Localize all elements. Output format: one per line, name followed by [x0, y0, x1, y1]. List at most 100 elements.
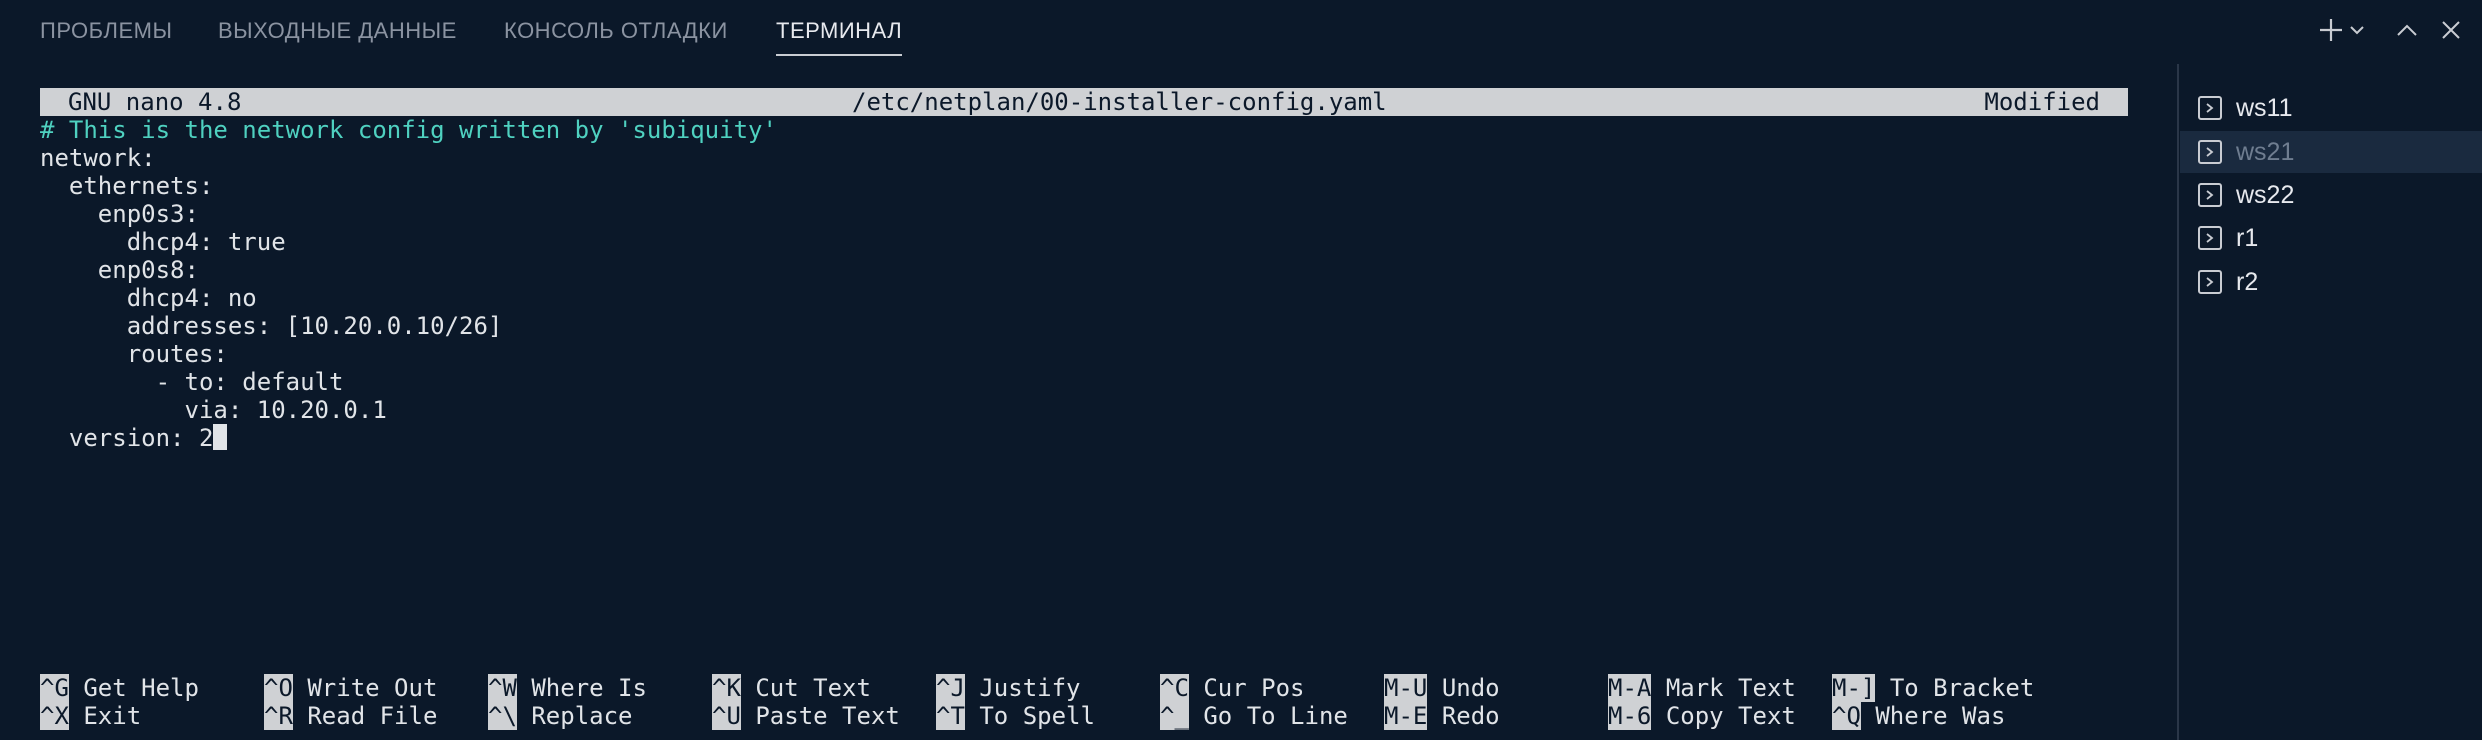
terminal-icon [2198, 226, 2222, 250]
shortcut-redo: M-E Redo [1384, 702, 1500, 730]
editor-line-comment: # This is the network config written by … [40, 116, 777, 144]
shortcut-key: M-6 [1608, 702, 1652, 730]
editor-line: enp0s8: [40, 256, 199, 284]
shortcut-copy-text: M-6 Copy Text [1608, 702, 1796, 730]
shortcut-label: Exit [83, 702, 142, 730]
tab-problems[interactable]: ПРОБЛЕМЫ [40, 16, 172, 56]
shortcut-label: Justify [979, 674, 1081, 702]
editor-line: routes: [40, 340, 228, 368]
plus-icon[interactable] [2318, 15, 2344, 45]
shortcut-key: M-U [1384, 674, 1428, 702]
tab-terminal-label: ТЕРМИНАЛ [776, 18, 903, 43]
shortcut-key: ^\ [488, 702, 517, 730]
terminal-icon [2198, 96, 2222, 120]
active-tab-underline [776, 54, 903, 56]
editor-line-last: version: 2 [40, 424, 228, 452]
shortcut-label: Read File [307, 702, 438, 730]
terminal-item-label: ws11 [2236, 93, 2293, 122]
shortcut-label: Mark Text [1665, 674, 1796, 702]
terminal-icon [2198, 183, 2222, 207]
editor-line: addresses: [10.20.0.10/26] [40, 312, 503, 340]
chevron-down-icon[interactable] [2348, 15, 2366, 45]
terminal-item-r1[interactable]: r1 [2180, 217, 2482, 259]
shortcut-label: Redo [1441, 702, 1500, 730]
shortcut-key: ^C [1160, 674, 1189, 702]
shortcut-justify: ^J Justify [936, 674, 1081, 702]
shortcut-key: ^G [40, 674, 69, 702]
shortcut-get-help: ^G Get Help [40, 674, 199, 702]
nano-shortcut-bar: ^G Get Help ^O Write Out ^W Where Is ^K … [40, 674, 2128, 730]
shortcut-label: Get Help [83, 674, 199, 702]
terminal-item-ws11[interactable]: ws11 [2180, 87, 2482, 129]
nano-filename: /etc/netplan/00-installer-config.yaml [852, 88, 1387, 116]
nano-status: Modified [1984, 88, 2100, 116]
shortcut-key: M-] [1832, 674, 1876, 702]
shortcut-where-is: ^W Where Is [488, 674, 647, 702]
chevron-up-icon[interactable] [2392, 15, 2422, 45]
shortcut-label: Where Was [1875, 702, 2006, 730]
shortcut-key: ^O [264, 674, 293, 702]
shortcut-cur-pos: ^C Cur Pos [1160, 674, 1305, 702]
panel-actions [2318, 10, 2466, 50]
nano-version: GNU nano 4.8 [68, 88, 242, 116]
shortcut-label: Write Out [307, 674, 438, 702]
shortcut-key: ^_ [1160, 702, 1189, 730]
shortcut-label: Where Is [531, 674, 647, 702]
terminal-view[interactable]: GNU nano 4.8 /etc/netplan/00-installer-c… [40, 88, 2128, 738]
panel-tab-bar: ПРОБЛЕМЫ ВЫХОДНЫЕ ДАННЫЕ КОНСОЛЬ ОТЛАДКИ… [0, 0, 2482, 62]
panel-divider[interactable] [2177, 64, 2179, 740]
terminal-icon [2198, 270, 2222, 294]
shortcut-key: ^U [712, 702, 741, 730]
editor-line: dhcp4: no [40, 284, 257, 312]
shortcut-to-spell: ^T To Spell [936, 702, 1095, 730]
shortcut-read-file: ^R Read File [264, 702, 437, 730]
shortcut-replace: ^\ Replace [488, 702, 633, 730]
shortcut-paste-text: ^U Paste Text [712, 702, 900, 730]
shortcut-key: ^W [488, 674, 517, 702]
editor-line: - to: default [40, 368, 344, 396]
shortcut-label: Go To Line [1203, 702, 1348, 730]
shortcut-label: Undo [1441, 674, 1500, 702]
tab-terminal[interactable]: ТЕРМИНАЛ [776, 16, 903, 56]
terminal-item-ws22[interactable]: ws22 [2180, 174, 2482, 216]
shortcut-label: To Spell [979, 702, 1095, 730]
terminal-item-r2[interactable]: r2 [2180, 261, 2482, 303]
terminal-item-label: ws22 [2236, 180, 2295, 209]
shortcut-go-to-line: ^_ Go To Line [1160, 702, 1348, 730]
terminal-item-label: ws21 [2236, 137, 2295, 166]
shortcut-to-bracket: M-] To Bracket [1832, 674, 2034, 702]
terminal-item-label: r1 [2236, 223, 2259, 252]
editor-line: network: [40, 144, 156, 172]
shortcut-label: Paste Text [755, 702, 900, 730]
shortcut-label: Replace [531, 702, 633, 730]
editor-line: enp0s3: [40, 200, 199, 228]
shortcut-key: ^J [936, 674, 965, 702]
shortcut-key: ^T [936, 702, 965, 730]
nano-title-bar: GNU nano 4.8 /etc/netplan/00-installer-c… [40, 88, 2128, 116]
terminal-item-ws21[interactable]: ws21 [2180, 131, 2482, 173]
shortcut-key: ^X [40, 702, 69, 730]
shortcut-key: M-E [1384, 702, 1428, 730]
shortcut-where-was: ^Q Where Was [1832, 702, 2005, 730]
editor-line-text: version: 2 [40, 424, 214, 452]
terminal-item-label: r2 [2236, 267, 2259, 296]
text-cursor [213, 424, 228, 450]
shortcut-write-out: ^O Write Out [264, 674, 437, 702]
shortcut-exit: ^X Exit [40, 702, 141, 730]
shortcut-label: Cur Pos [1203, 674, 1305, 702]
editor-line: via: 10.20.0.1 [40, 396, 387, 424]
shortcut-cut-text: ^K Cut Text [712, 674, 871, 702]
shortcut-label: Cut Text [755, 674, 871, 702]
shortcut-key: ^R [264, 702, 293, 730]
tab-debug-console[interactable]: КОНСОЛЬ ОТЛАДКИ [504, 16, 728, 56]
terminal-icon [2198, 140, 2222, 164]
shortcut-label: To Bracket [1889, 674, 2035, 702]
editor-line: ethernets: [40, 172, 214, 200]
shortcut-mark-text: M-A Mark Text [1608, 674, 1796, 702]
shortcut-key: ^Q [1832, 702, 1861, 730]
editor-line: dhcp4: true [40, 228, 286, 256]
shortcut-undo: M-U Undo [1384, 674, 1500, 702]
tab-output[interactable]: ВЫХОДНЫЕ ДАННЫЕ [218, 16, 457, 56]
shortcut-key: ^K [712, 674, 741, 702]
close-icon[interactable] [2436, 15, 2466, 45]
